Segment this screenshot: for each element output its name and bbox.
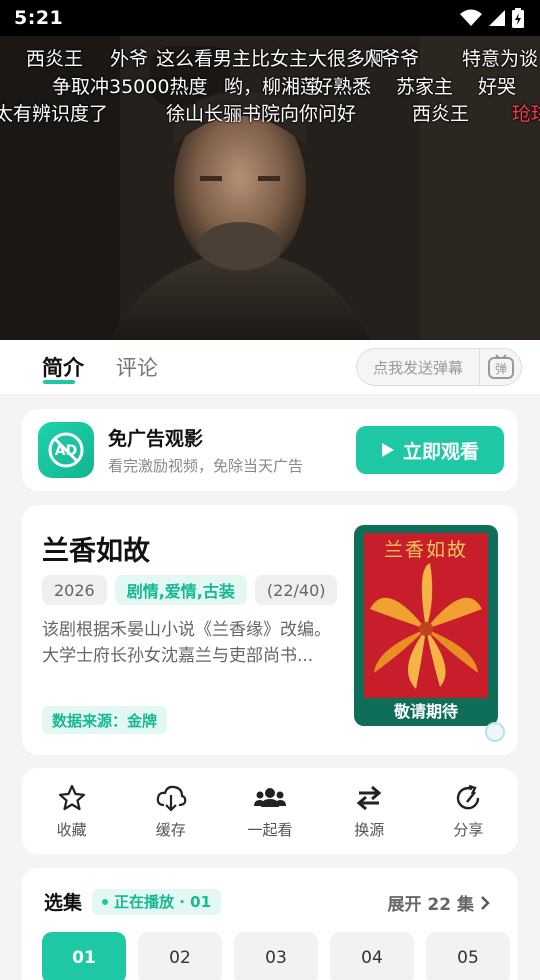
now-playing-label: 正在播放 · 01	[114, 893, 212, 911]
danmaku-comment: 这么看男主比女主大很多啊	[156, 48, 385, 70]
svg-text:弹: 弹	[494, 362, 506, 376]
description-line: 大学士府长孙女沈嘉兰与吏部尚书...	[42, 646, 314, 666]
status-bar: 5:21	[0, 0, 540, 36]
show-description[interactable]: 该剧根据禾晏山小说《兰香缘》改编。 大学士府长孙女沈嘉兰与吏部尚书...	[42, 617, 332, 669]
ad-free-icon: AD	[38, 422, 94, 478]
download-icon	[156, 785, 187, 812]
action-label: 收藏	[56, 820, 87, 839]
episodes-header: 选集 正在播放 · 01	[39, 888, 222, 915]
show-poster[interactable]: 兰香如故 敬请期待	[354, 525, 498, 726]
episodes-card: 选集 正在播放 · 01 展开 22 集 01 02 03 04 05	[22, 868, 518, 980]
poster-footer: 敬请期待	[393, 702, 458, 721]
star-icon	[58, 784, 85, 810]
chevron-right-icon	[481, 895, 490, 910]
action-favorite[interactable]: 收藏	[22, 768, 121, 854]
ad-subtitle: 看完激励视频，免除当天广告	[108, 457, 304, 475]
action-label: 缓存	[155, 820, 186, 839]
active-tab-indicator	[43, 380, 75, 384]
danmaku-comment: 好哭	[478, 76, 517, 98]
action-label: 一起看	[247, 820, 293, 839]
watch-now-button[interactable]: 立即观看	[356, 426, 504, 474]
watch-now-label: 立即观看	[402, 440, 479, 463]
danmu-placeholder: 点我发送弹幕	[373, 358, 464, 377]
description-line: 该剧根据禾晏山小说《兰香缘》改编。	[42, 620, 331, 640]
floating-dot[interactable]	[485, 722, 505, 742]
danmaku-comment: 西炎王	[412, 103, 470, 125]
wifi-icon	[460, 9, 482, 26]
danmaku-comment: 外爷	[110, 48, 149, 70]
detail-tabs: 简介 评论 点我发送弹幕 弹	[0, 340, 540, 394]
danmaku-comment: 苏家主	[396, 76, 454, 98]
expand-label: 展开 22 集	[387, 895, 475, 915]
danmaku-comment: 西炎王	[26, 48, 84, 70]
show-info-card: 兰香如故 2026 剧情,爱情,古装 (22/40) 该剧根据禾晏山小说《兰香缘…	[22, 505, 518, 755]
status-time: 5:21	[14, 7, 64, 29]
show-title: 兰香如故	[42, 536, 150, 567]
danmaku-comment: 人爷爷	[362, 48, 420, 70]
ad-free-card: AD 免广告观影 看完激励视频，免除当天广告 立即观看	[22, 409, 518, 491]
show-tags: 2026 剧情,爱情,古装 (22/40)	[42, 575, 338, 605]
action-label: 分享	[453, 820, 484, 839]
action-watch-together[interactable]: 一起看	[220, 768, 319, 854]
danmaku-comment: 徐山长骊书院向你问好	[166, 103, 357, 125]
action-share[interactable]: 分享	[419, 768, 518, 854]
swap-icon	[356, 785, 382, 810]
ad-title: 免广告观影	[108, 428, 204, 450]
danmu-icon: 弹	[487, 354, 514, 379]
action-switch-source[interactable]: 换源	[320, 768, 419, 854]
episode-button[interactable]: 03	[234, 932, 318, 980]
episode-button[interactable]: 01	[42, 932, 126, 980]
danmaku-comment: 好熟悉	[314, 76, 372, 98]
danmu-toggle-button[interactable]: 弹	[479, 349, 521, 385]
video-player[interactable]: 西炎王 外爷 这么看男主比女主大很多啊 人爷爷 特意为谈 争取冲35000热度 …	[0, 36, 540, 340]
signal-icon	[489, 10, 505, 26]
action-label: 换源	[354, 820, 385, 839]
battery-icon	[512, 8, 524, 28]
episode-list: 01 02 03 04 05	[42, 932, 510, 980]
year-tag: 2026	[42, 575, 107, 605]
episode-button[interactable]: 02	[138, 932, 222, 980]
danmu-input[interactable]: 点我发送弹幕 弹	[356, 348, 522, 386]
genre-tag: 剧情,爱情,古装	[114, 575, 247, 605]
poster-title: 兰香如故	[383, 539, 468, 561]
tab-comments[interactable]: 评论	[116, 352, 158, 382]
episode-button[interactable]: 04	[330, 932, 414, 980]
danmaku-comment: 哟，柳湘莲	[224, 76, 320, 98]
actions-bar: 收藏 缓存 一起看 换源 分享	[22, 768, 518, 854]
group-icon	[254, 787, 286, 807]
ad-text: 免广告观影 看完激励视频，免除当天广告	[108, 424, 356, 476]
now-playing-badge: 正在播放 · 01	[92, 888, 222, 915]
episode-count-tag: (22/40)	[254, 575, 338, 605]
danmaku-comment: 太有辨识度了	[0, 103, 109, 125]
play-icon	[381, 443, 394, 457]
expand-episodes-button[interactable]: 展开 22 集	[388, 890, 491, 915]
playing-dot	[102, 898, 109, 905]
status-icons	[460, 8, 524, 28]
danmaku-comment: 特意为谈	[462, 48, 539, 70]
episodes-title: 选集	[39, 888, 82, 915]
source-tag: 数据来源：金牌	[42, 706, 168, 734]
share-icon	[457, 784, 480, 809]
danmaku-comment: 争取冲35000热度	[52, 76, 208, 98]
episode-button[interactable]: 05	[426, 932, 510, 980]
tab-intro[interactable]: 简介	[36, 352, 84, 382]
action-download[interactable]: 缓存	[121, 768, 220, 854]
danmaku-comment: 玱玹	[512, 103, 540, 125]
